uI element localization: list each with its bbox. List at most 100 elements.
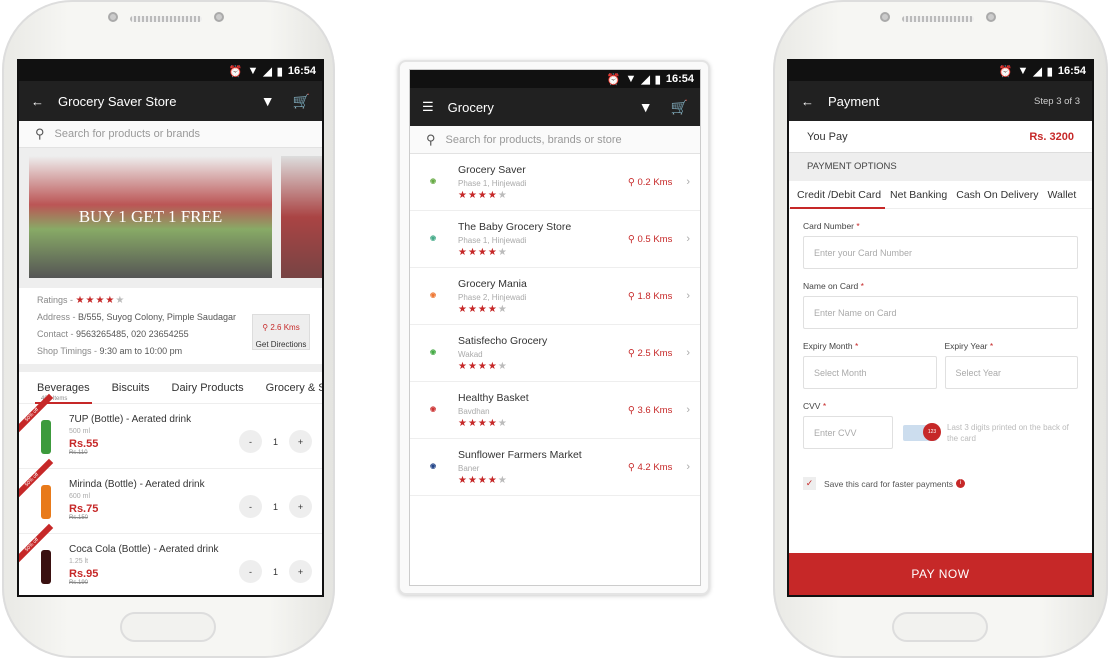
store-area: Baner: [458, 463, 480, 473]
speaker: [130, 16, 202, 22]
decrement-button[interactable]: -: [238, 495, 262, 518]
distance: 2.6 Kms: [270, 323, 300, 332]
save-card-checkbox[interactable]: ✓: [803, 477, 816, 490]
store-item[interactable]: ◉ Grocery Saver Phase 1, Hinjewadi ★★★★★ ⚲ 0…: [410, 154, 700, 211]
card-back-icon: 123: [903, 422, 941, 441]
location-pin-icon: ⚲: [627, 176, 635, 188]
store-distance: 4.2 Kms: [637, 461, 673, 473]
card-number-input[interactable]: Enter your Card Number: [803, 236, 1078, 269]
card-form: Card Number * Enter your Card Number Nam…: [789, 221, 1092, 490]
page-title: Grocery Saver Store: [58, 93, 177, 109]
chevron-right-icon: ›: [686, 404, 690, 416]
search-input[interactable]: ⚲ Search for products or brands: [19, 121, 322, 148]
payment-screen: ⏰ ▼ ◢ ▮ 16:54 ← Payment Step 3 of 3 You Pay Rs.…: [787, 59, 1094, 597]
filter-icon[interactable]: ▼: [261, 93, 275, 109]
store-area: Bavdhan: [458, 406, 490, 416]
chevron-right-icon: ›: [686, 461, 690, 473]
expiry-month-select[interactable]: Select Month: [803, 356, 937, 389]
store-name: The Baby Grocery Store: [458, 220, 572, 233]
filter-icon[interactable]: ▼: [639, 99, 653, 115]
get-directions-link[interactable]: Get Directions: [253, 336, 309, 353]
battery-icon: ▮: [1046, 65, 1053, 78]
address: B/555, Suyog Colony, Pimple Saudagar: [78, 312, 236, 322]
back-icon[interactable]: ←: [801, 94, 814, 109]
cvv-input[interactable]: Enter CVV: [803, 416, 893, 449]
timings-label: Shop Timings: [37, 346, 92, 356]
quantity-stepper: -1 +: [238, 560, 312, 583]
back-icon[interactable]: ←: [31, 94, 44, 109]
payment-tab[interactable]: Credit /Debit Card: [789, 189, 886, 209]
rating-stars: ★★★★★: [458, 417, 508, 429]
product-item[interactable]: 50% off Coca Cola (Bottle) - Aerated drin…: [19, 523, 322, 595]
store-name: Grocery Saver: [458, 163, 526, 176]
decrement-button[interactable]: -: [238, 560, 262, 583]
page-title: Payment: [828, 93, 880, 109]
location-pin-icon: ⚲: [627, 347, 635, 359]
store-name: Healthy Basket: [458, 391, 529, 404]
store-area: Wakad: [458, 349, 483, 359]
name-on-card-input[interactable]: Enter Name on Card: [803, 296, 1078, 329]
quantity-stepper: -1 +: [238, 495, 312, 518]
tab-category[interactable]: Biscuits: [112, 382, 150, 394]
product-item[interactable]: 50% off Mirinda (Bottle) - Aerated drink 6…: [19, 458, 322, 534]
tab-label: Grocery & S: [265, 381, 324, 394]
store-name: Grocery Mania: [458, 277, 527, 290]
store-distance: 1.8 Kms: [637, 290, 673, 302]
payment-tab[interactable]: Net Banking: [890, 189, 947, 201]
store-item[interactable]: ◉ Sunflower Farmers Market Baner ★★★★★ ⚲ 4.2…: [410, 439, 700, 496]
status-bar: ⏰ ▼ ◢ ▮ 16:54: [789, 61, 1092, 81]
quantity-value: 1: [272, 436, 278, 447]
clock: 16:54: [665, 73, 694, 85]
rating-stars: ★★★★★: [75, 295, 126, 306]
placeholder: Select Year: [955, 367, 1002, 378]
increment-button[interactable]: +: [289, 430, 312, 453]
directions-map[interactable]: ⚲ 2.6 Kms Get Directions: [252, 314, 310, 350]
tab-category[interactable]: Grocery & S: [265, 381, 324, 394]
store-name: Sunflower Farmers Market: [458, 448, 582, 461]
product-item[interactable]: 50% off 7UP (Bottle) - Aerated drink 500 m…: [19, 393, 322, 469]
cart-icon[interactable]: 🛒: [293, 93, 310, 110]
battery-icon: ▮: [276, 65, 283, 78]
store-logo: ◉: [429, 235, 437, 242]
store-area: Phase 2, Hinjewadi: [458, 292, 527, 302]
product-image: [41, 485, 51, 519]
home-button[interactable]: [892, 612, 988, 642]
required-mark: *: [854, 341, 859, 351]
store-info: Ratings - ★★★★★ Address - B/555, Suyog C…: [19, 288, 322, 364]
search-placeholder: Search for products or brands: [54, 128, 201, 140]
tab-category[interactable]: Beverages 400 Items: [35, 382, 92, 404]
wifi-icon: ▼: [247, 65, 259, 77]
store-logo: ◉: [429, 463, 437, 470]
search-input[interactable]: ⚲ Search for products, brands or store: [410, 126, 700, 154]
app-bar: ← Payment Step 3 of 3: [789, 81, 1092, 121]
tab-category[interactable]: Dairy Products: [172, 382, 244, 394]
speaker: [902, 16, 974, 22]
store-item[interactable]: ◉ Healthy Basket Bavdhan ★★★★★ ⚲ 3.6 Kms ›: [410, 382, 700, 439]
increment-button[interactable]: +: [289, 560, 312, 583]
store-item[interactable]: ◉ Grocery Mania Phase 2, Hinjewadi ★★★★★ ⚲ 1…: [410, 268, 700, 325]
amount: Rs. 3200: [1029, 130, 1074, 143]
cart-icon[interactable]: 🛒: [671, 99, 688, 116]
placeholder: Enter your Card Number: [814, 247, 913, 258]
decrement-button[interactable]: -: [238, 430, 262, 453]
home-button[interactable]: [120, 612, 216, 642]
store-logo: ◉: [429, 349, 437, 356]
expiry-year-select[interactable]: Select Year: [944, 356, 1078, 389]
increment-button[interactable]: +: [289, 495, 312, 518]
payment-tab[interactable]: Cash On Delivery: [956, 189, 1038, 201]
menu-icon[interactable]: ☰: [422, 99, 434, 115]
pay-now-button[interactable]: PAY NOW: [789, 553, 1092, 595]
store-list-screen: ⏰ ▼ ◢ ▮ 16:54 ☰ Grocery ▼ 🛒 ⚲ Search for product…: [409, 69, 701, 586]
payment-tab[interactable]: Wallet: [1048, 189, 1077, 201]
banner[interactable]: BUY 1 GET 1 FREE: [29, 156, 272, 278]
product-name: Mirinda (Bottle) - Aerated drink: [69, 479, 205, 490]
banner-carousel[interactable]: BUY 1 GET 1 FREE: [19, 148, 322, 288]
store-item[interactable]: ◉ Satisfecho Grocery Wakad ★★★★★ ⚲ 2.5 Kms ›: [410, 325, 700, 382]
step-indicator: Step 3 of 3: [1034, 95, 1080, 107]
expiry-year-label: Expiry Year: [944, 341, 988, 351]
store-item[interactable]: ◉ The Baby Grocery Store Phase 1, Hinjewad…: [410, 211, 700, 268]
location-pin-icon: ⚲: [627, 461, 635, 473]
info-icon[interactable]: i: [955, 479, 965, 488]
quantity-value: 1: [272, 566, 278, 577]
banner-next[interactable]: [281, 156, 322, 278]
